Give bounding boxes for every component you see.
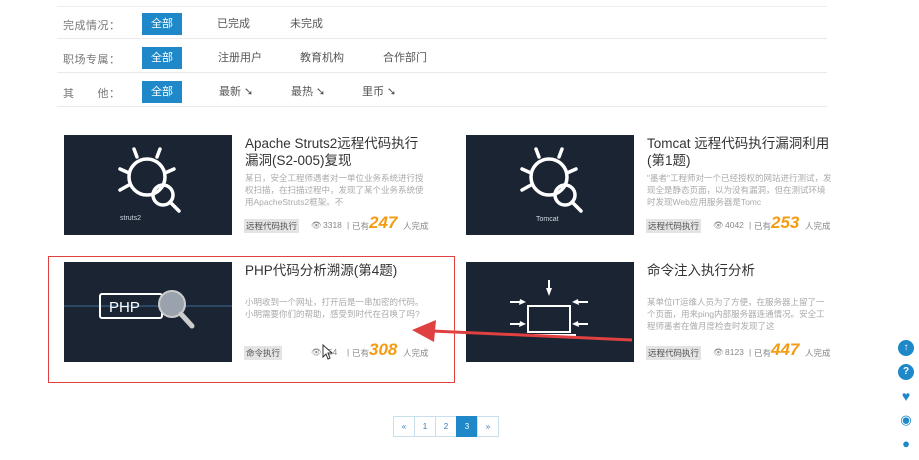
filter-option-registered[interactable]: 注册用户 — [218, 47, 262, 69]
page-3-button[interactable]: 3 — [456, 416, 478, 437]
card-title[interactable]: Tomcat 远程代码执行漏洞利用(第1题) — [647, 135, 833, 169]
filter-row-other: 其 他： 全部 最新 ➘ 最热 ➘ 里币 ➘ — [57, 76, 827, 107]
mouse-cursor-icon — [322, 344, 334, 360]
filter-option-partner[interactable]: 合作部门 — [383, 47, 427, 69]
help-icon[interactable]: ? — [898, 364, 914, 380]
svg-text:struts2: struts2 — [120, 215, 141, 222]
filter-label: 其 他： — [63, 88, 121, 100]
wechat-icon[interactable]: ● — [898, 436, 914, 452]
has-done-label: 已有 — [352, 221, 370, 231]
filter-option-incomplete[interactable]: 未完成 — [290, 13, 323, 35]
sort-arrow-icon: ➘ — [241, 86, 254, 98]
filter-option-hottest[interactable]: 最热 ➘ — [291, 81, 325, 103]
eye-icon: 👁 — [713, 347, 724, 357]
top-divider — [57, 6, 827, 7]
card-description: 某日，安全工程师遇者对一单位业务系统进行授权扫描，在扫描过程中，发现了某个业务系… — [245, 173, 424, 207]
card-description: 某单位IT运维人员为了方便，在服务器上留了一个页面，用来ping内部服务器连通情… — [647, 297, 825, 331]
page-prev-button[interactable]: « — [393, 416, 415, 437]
view-count: 4042 — [725, 220, 744, 230]
completion-count: 253 — [771, 213, 800, 232]
category-tag[interactable]: 远程代码执行 — [646, 219, 702, 233]
filter-option-completed[interactable]: 已完成 — [217, 13, 250, 35]
filter-row-completion: 完成情况： 全部 已完成 未完成 — [57, 8, 827, 39]
card-thumbnail[interactable]: struts2 — [64, 135, 232, 235]
category-tag[interactable]: 远程代码执行 — [646, 346, 702, 360]
has-done-label: 已有 — [754, 348, 772, 358]
card-title[interactable]: Apache Struts2远程代码执行漏洞(S2-005)复现 — [245, 135, 431, 169]
sort-arrow-icon: ➘ — [384, 86, 397, 98]
has-done-label: 已有 — [754, 221, 772, 231]
eye-icon: 👁 — [311, 220, 322, 230]
filter-label: 完成情况： — [63, 20, 121, 32]
laptop-arrows-icon — [510, 280, 588, 336]
filter-row-exclusive: 职场专属： 全部 注册用户 教育机构 合作部门 — [57, 42, 827, 73]
done-label: 人完成 — [805, 221, 831, 231]
card-title[interactable]: 命令注入执行分析 — [647, 262, 833, 279]
filter-option-newest[interactable]: 最新 ➘ — [219, 81, 253, 103]
card-footer: 远程代码执行 👁 3318 | 已有 247 人完成 — [244, 213, 430, 233]
page-1-button[interactable]: 1 — [414, 416, 436, 437]
card-description: "墨者"工程师对一个已经授权的网站进行测试，发现全是静态页面，以为没有漏洞，但在… — [647, 173, 832, 207]
challenge-card[interactable]: struts2 Apache Struts2远程代码执行漏洞(S2-005)复现… — [64, 135, 434, 239]
filter-option-all[interactable]: 全部 — [142, 47, 182, 69]
category-tag[interactable]: 远程代码执行 — [244, 219, 300, 233]
bug-search-icon: struts2 — [118, 147, 181, 222]
completion-count: 447 — [771, 340, 800, 359]
page-2-button[interactable]: 2 — [435, 416, 457, 437]
separator: | — [749, 347, 752, 357]
sort-arrow-icon: ➘ — [313, 86, 326, 98]
eye-icon: 👁 — [713, 220, 724, 230]
bug-search-icon: Tomcat — [520, 147, 583, 223]
completion-count: 247 — [369, 213, 398, 232]
separator: | — [749, 220, 752, 230]
view-count: 3318 — [323, 220, 342, 230]
card-footer: 远程代码执行 👁 8123 | 已有 447 人完成 — [646, 340, 832, 360]
done-label: 人完成 — [403, 221, 429, 231]
view-count: 8123 — [725, 347, 744, 357]
challenge-card[interactable]: 命令注入执行分析 某单位IT运维人员为了方便，在服务器上留了一个页面，用来pin… — [466, 262, 836, 366]
challenge-card[interactable]: Tomcat Tomcat 远程代码执行漏洞利用(第1题) "墨者"工程师对一个… — [466, 135, 836, 239]
done-label: 人完成 — [805, 348, 831, 358]
top-icon[interactable]: ↑ — [898, 340, 914, 356]
annotation-highlight-box — [48, 256, 455, 383]
filter-option-education[interactable]: 教育机构 — [300, 47, 344, 69]
separator: | — [347, 220, 350, 230]
filter-option-all[interactable]: 全部 — [142, 13, 182, 35]
heart-icon[interactable]: ♥ — [898, 388, 914, 404]
weibo-icon[interactable]: ◉ — [898, 412, 914, 428]
filter-option-coins[interactable]: 里币 ➘ — [362, 81, 396, 103]
pagination: « 1 2 3 » — [393, 416, 499, 437]
page-next-button[interactable]: » — [477, 416, 499, 437]
filter-option-all[interactable]: 全部 — [142, 81, 182, 103]
card-thumbnail[interactable]: Tomcat — [466, 135, 634, 235]
card-footer: 远程代码执行 👁 4042 | 已有 253 人完成 — [646, 213, 832, 233]
svg-text:Tomcat: Tomcat — [536, 216, 559, 223]
card-thumbnail[interactable] — [466, 262, 634, 362]
filter-label: 职场专属： — [63, 54, 121, 66]
